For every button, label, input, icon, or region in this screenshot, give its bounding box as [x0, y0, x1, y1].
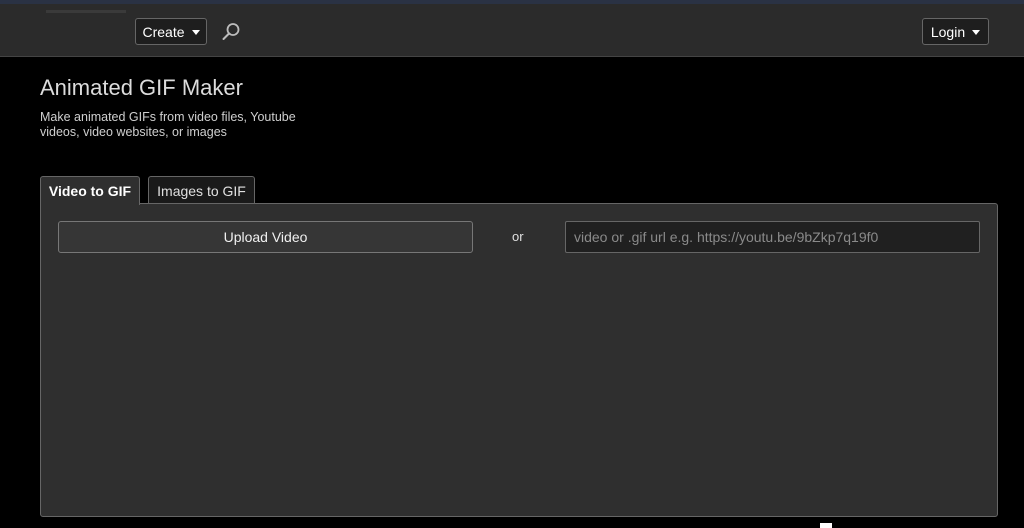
create-label: Create: [142, 23, 185, 40]
mouse-cursor: [820, 523, 832, 528]
navbar: Create Login: [0, 4, 1024, 57]
tab-video-to-gif[interactable]: Video to GIF: [40, 176, 140, 205]
page-title: Animated GIF Maker: [40, 75, 243, 100]
search-icon[interactable]: [220, 21, 242, 43]
login-menu-button[interactable]: Login: [922, 18, 989, 45]
logo[interactable]: [46, 10, 126, 13]
chevron-down-icon: [972, 29, 981, 35]
video-url-input[interactable]: [565, 221, 980, 253]
page-subtitle: Make animated GIFs from video files, You…: [40, 110, 296, 139]
or-separator: or: [512, 229, 524, 244]
login-label: Login: [930, 23, 966, 40]
tab-images-to-gif[interactable]: Images to GIF: [148, 176, 255, 204]
upload-video-button[interactable]: Upload Video: [58, 221, 473, 253]
create-menu-button[interactable]: Create: [135, 18, 207, 45]
chevron-down-icon: [191, 29, 200, 35]
